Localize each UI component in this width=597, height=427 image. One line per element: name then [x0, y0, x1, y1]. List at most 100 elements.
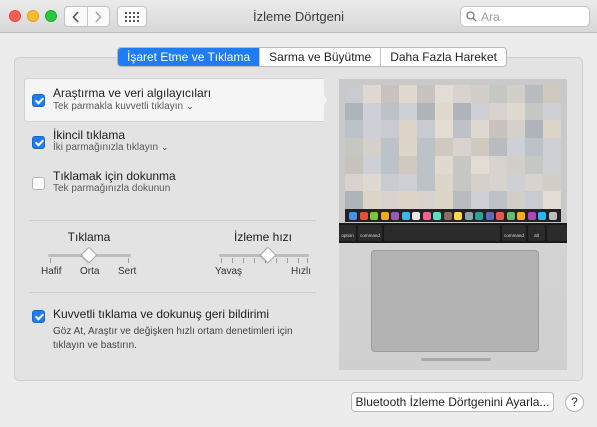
divider — [30, 292, 316, 293]
key-arrow — [547, 225, 567, 241]
dock-app-icon — [485, 211, 494, 220]
tab-scroll-and-zoom[interactable]: Sarma ve Büyütme — [259, 48, 381, 66]
search-icon — [466, 11, 477, 22]
mosaic-tile — [363, 120, 381, 139]
key-command-label: command — [504, 233, 524, 238]
key-option-left: option — [339, 225, 356, 241]
minimize-window-button[interactable] — [27, 10, 39, 22]
secondary-click-checkbox[interactable] — [32, 136, 45, 149]
mosaic-tile — [417, 138, 435, 156]
mosaic-tile — [543, 85, 561, 103]
mosaic-tile — [525, 120, 543, 139]
mosaic-tile — [435, 173, 453, 192]
slider-tick — [232, 258, 233, 263]
mosaic-tile — [417, 173, 435, 192]
dock-app-icon — [443, 211, 452, 220]
mosaic-tile — [435, 120, 453, 139]
preview-trackpad — [371, 250, 539, 352]
mosaic-tile — [417, 85, 435, 103]
navigation-buttons — [64, 6, 110, 27]
chevron-down-icon: ⌄ — [186, 101, 194, 111]
dock-app-icon — [370, 211, 379, 220]
mosaic-tile — [525, 102, 543, 121]
mosaic-tile — [507, 120, 525, 139]
mosaic-tile — [381, 120, 399, 139]
slider-tick — [254, 258, 255, 263]
mosaic-tile — [543, 102, 561, 121]
show-all-button[interactable] — [117, 6, 147, 27]
tap-to-click-title[interactable]: Tıklamak için dokunma — [53, 169, 176, 183]
mosaic-tile — [453, 120, 471, 139]
slider-tick — [307, 258, 308, 263]
lookup-subtitle-popup[interactable]: Tek parmakla kuvvetli tıklayın ⌄ — [53, 101, 194, 112]
slider-tick — [221, 258, 222, 263]
mosaic-tile — [525, 138, 543, 156]
mosaic-tile — [507, 155, 525, 174]
mosaic-tile — [381, 155, 399, 174]
mosaic-tile — [507, 173, 525, 192]
mosaic-tile — [453, 173, 471, 192]
close-window-button[interactable] — [9, 10, 21, 22]
mosaic-tile — [453, 85, 471, 103]
tab-more-gestures[interactable]: Daha Fazla Hareket — [380, 48, 506, 66]
setup-bluetooth-trackpad-button[interactable]: Bluetooth İzleme Dörtgenini Ayarla... — [351, 392, 554, 412]
mosaic-tile — [417, 155, 435, 174]
mosaic-tile — [345, 85, 363, 103]
mosaic-tile — [417, 102, 435, 121]
secondary-click-title[interactable]: İkincil tıklama — [53, 128, 125, 142]
mosaic-tile — [435, 138, 453, 156]
force-click-title[interactable]: Kuvvetli tıklama ve dokunuş geri bildiri… — [53, 307, 269, 321]
mosaic-tile — [543, 138, 561, 156]
dock-app-icon — [527, 211, 536, 220]
click-slider-label-medium: Orta — [80, 266, 100, 277]
selected-option-highlight — [24, 78, 324, 122]
dock-app-icon — [454, 211, 463, 220]
mosaic-tile — [453, 191, 471, 209]
mosaic-tile — [399, 191, 417, 209]
grid-icon — [125, 11, 139, 22]
gesture-preview: option command command alt — [339, 79, 567, 370]
forward-button[interactable] — [86, 7, 109, 26]
mosaic-tile — [381, 85, 399, 103]
dock-app-icon — [517, 211, 526, 220]
dock-app-icon — [349, 211, 358, 220]
zoom-window-button[interactable] — [45, 10, 57, 22]
tracking-speed-title: İzleme hızı — [233, 230, 293, 244]
help-button[interactable]: ? — [565, 393, 584, 412]
mosaic-tile — [345, 173, 363, 192]
force-click-checkbox[interactable] — [32, 310, 45, 323]
dock-app-icon — [548, 211, 557, 220]
mosaic-tile — [471, 102, 489, 121]
mosaic-tile — [435, 155, 453, 174]
dock-app-icon — [433, 211, 442, 220]
secondary-click-subtitle: İki parmağınızla tıklayın — [53, 142, 159, 153]
tap-to-click-checkbox[interactable] — [32, 177, 45, 190]
mosaic-tile — [507, 191, 525, 209]
mosaic-tile — [453, 102, 471, 121]
tap-to-click-subtitle: Tek parmağınızla dokunun — [53, 183, 171, 194]
key-alt-label: alt — [534, 233, 539, 238]
mosaic-tile — [489, 155, 507, 174]
back-button[interactable] — [65, 7, 87, 26]
mosaic-tile — [507, 102, 525, 121]
selection-arrow — [314, 78, 327, 122]
search-field[interactable]: Ara — [460, 6, 590, 27]
dock-app-icon — [380, 211, 389, 220]
dock-app-icon — [506, 211, 515, 220]
mosaic-tile — [489, 102, 507, 121]
slider-tick — [276, 258, 277, 263]
force-click-description: Göz At, Araştır ve değişken hızlı ortam … — [53, 326, 293, 351]
secondary-click-subtitle-popup[interactable]: İki parmağınızla tıklayın ⌄ — [53, 142, 169, 153]
mosaic-tile — [399, 138, 417, 156]
mosaic-tile — [363, 85, 381, 103]
tab-bar: İşaret Etme ve Tıklama Sarma ve Büyütme … — [117, 47, 507, 67]
lookup-checkbox[interactable] — [32, 94, 45, 107]
mosaic-tile — [435, 191, 453, 209]
dock — [345, 209, 561, 222]
lookup-title[interactable]: Araştırma ve veri algılayıcıları — [53, 86, 211, 100]
divider — [30, 220, 316, 221]
mosaic-tile — [543, 155, 561, 174]
dock-app-icon — [401, 211, 410, 220]
tab-point-and-click[interactable]: İşaret Etme ve Tıklama — [118, 48, 260, 66]
preview-screen — [339, 79, 567, 226]
